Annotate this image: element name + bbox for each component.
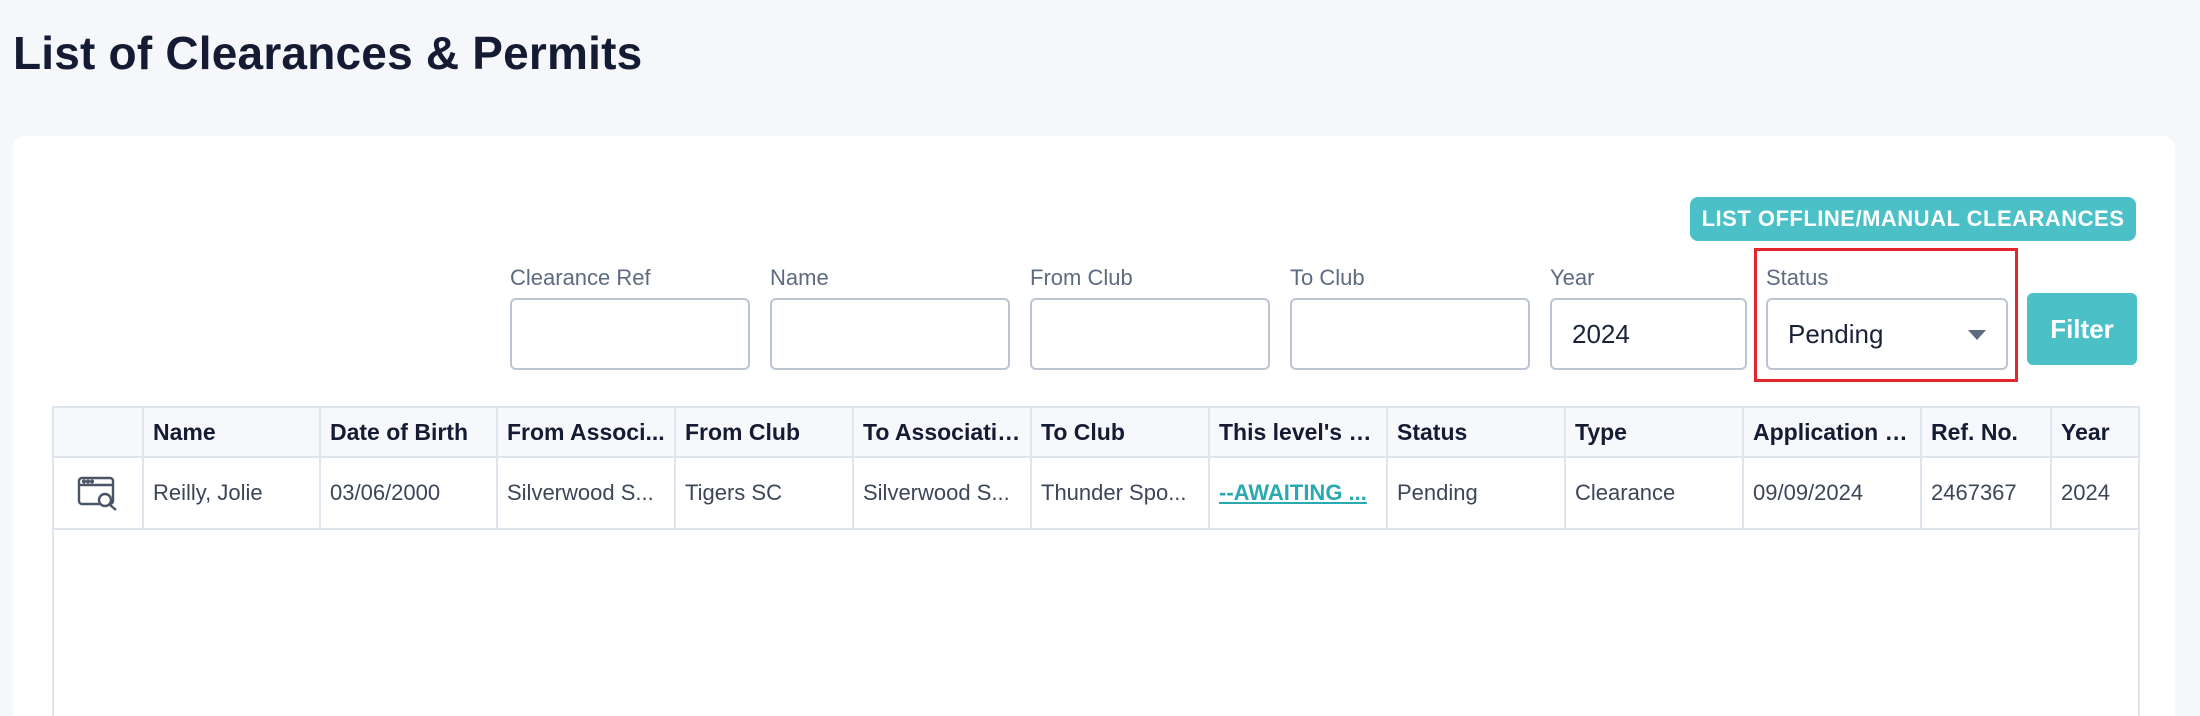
to-club-field: To Club (1290, 264, 1530, 370)
year-field: Year (1550, 264, 1747, 370)
cell-to-association: Silverwood S... (854, 458, 1032, 528)
column-header-application-date[interactable]: Application D... (1744, 408, 1922, 456)
filter-button[interactable]: Filter (2027, 293, 2137, 365)
column-header-type[interactable]: Type (1566, 408, 1744, 456)
table-header: Name Date of Birth From Associ... From C… (54, 408, 2138, 458)
column-header-from-club[interactable]: From Club (676, 408, 854, 456)
column-header-year[interactable]: Year (2052, 408, 2138, 456)
column-header-dob[interactable]: Date of Birth (321, 408, 498, 456)
awaiting-link[interactable]: --AWAITING ... (1219, 480, 1367, 506)
view-record-icon (77, 476, 117, 511)
cell-type: Clearance (1566, 458, 1744, 528)
page-title: List of Clearances & Permits (13, 27, 643, 79)
clearance-ref-input[interactable] (510, 298, 750, 370)
cell-level-status: --AWAITING ... (1210, 458, 1388, 528)
cell-application-date: 09/09/2024 (1744, 458, 1922, 528)
cell-year: 2024 (2061, 480, 2110, 505)
clearance-ref-field: Clearance Ref (510, 264, 750, 370)
column-header-to-association[interactable]: To Association (854, 408, 1032, 456)
name-input[interactable] (770, 298, 1010, 370)
list-offline-clearances-button[interactable]: LIST OFFLINE/MANUAL CLEARANCES (1690, 197, 2136, 241)
table-row: Reilly, Jolie 03/06/2000 Silverwood S...… (54, 458, 2138, 530)
cell-from-club: Tigers SC (676, 458, 854, 528)
column-header-name[interactable]: Name (144, 408, 321, 456)
cell-status: Pending (1388, 458, 1566, 528)
year-label: Year (1550, 265, 1595, 290)
column-header-to-club[interactable]: To Club (1032, 408, 1210, 456)
column-header-ref-no[interactable]: Ref. No. (1922, 408, 2052, 456)
from-club-input[interactable] (1030, 298, 1270, 370)
cell-dob: 03/06/2000 (321, 458, 498, 528)
column-header-status[interactable]: Status (1388, 408, 1566, 456)
name-label: Name (770, 265, 829, 290)
to-club-label: To Club (1290, 265, 1365, 290)
name-field: Name (770, 264, 1010, 370)
column-header-from-association[interactable]: From Associ... (498, 408, 676, 456)
from-club-label: From Club (1030, 265, 1133, 290)
status-highlight-box (1754, 248, 2018, 382)
cell-to-club: Thunder Spo... (1032, 458, 1210, 528)
to-club-input[interactable] (1290, 298, 1530, 370)
from-club-field: From Club (1030, 264, 1270, 370)
cell-ref-no: 2467367 (1922, 458, 2052, 528)
clearances-table: Name Date of Birth From Associ... From C… (52, 406, 2140, 716)
column-header-action (54, 408, 144, 456)
year-input[interactable] (1550, 298, 1747, 370)
cell-from-association: Silverwood S... (498, 458, 676, 528)
column-header-level-status[interactable]: This level's st... (1210, 408, 1388, 456)
view-record-button[interactable] (54, 458, 144, 528)
cell-name: Reilly, Jolie (144, 458, 321, 528)
clearance-ref-label: Clearance Ref (510, 265, 651, 290)
